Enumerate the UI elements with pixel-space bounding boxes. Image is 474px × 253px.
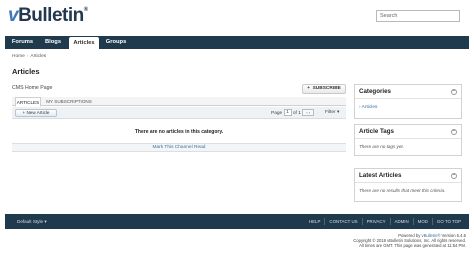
articles-toolbar: + New Article Page 1 of 1 ‹ › Filter ▾ xyxy=(12,107,346,119)
page-label: Page xyxy=(271,110,283,116)
chevron-down-icon: ▾ xyxy=(337,110,340,115)
widget-title: Article Tags − xyxy=(355,125,461,139)
logo-prefix: v xyxy=(8,5,19,26)
prev-next-arrows-icon[interactable]: ‹ › xyxy=(302,109,315,116)
breadcrumb-home[interactable]: Home xyxy=(12,54,25,59)
mark-channel-read-link[interactable]: Mark This Channel Read xyxy=(12,143,346,152)
widget-title: Categories − xyxy=(355,85,461,99)
footer-links: HELP CONTACT US PRIVACY ADMIN MOD GO TO TOP xyxy=(305,214,465,229)
subscribe-button[interactable]: + SUBSCRIBE xyxy=(302,84,346,94)
page-total: of 1 xyxy=(292,110,301,116)
category-link-articles[interactable]: Articles xyxy=(362,105,378,110)
new-article-button[interactable]: + New Article xyxy=(15,109,57,117)
nav-tab-groups[interactable]: Groups xyxy=(101,36,131,49)
timezone-text: All times are GMT. This page was generat… xyxy=(359,243,466,248)
article-tabs: ARTICLES MY SUBSCRIPTIONS xyxy=(12,97,346,107)
tab-articles[interactable]: ARTICLES xyxy=(15,97,41,107)
nav-tab-forums[interactable]: Forums xyxy=(9,36,36,49)
widget-title: Latest Articles − xyxy=(355,169,461,183)
logo-text: Bulletin xyxy=(18,5,84,26)
widget-body: › Articles xyxy=(355,99,461,115)
page-title: Articles xyxy=(12,67,40,76)
footer-link-mod[interactable]: MOD xyxy=(412,218,432,225)
latest-empty-message: There are no results that meet this crit… xyxy=(359,188,446,193)
collapse-icon[interactable]: − xyxy=(451,129,457,135)
main-navigation: Forums Blogs Articles Groups xyxy=(5,36,469,49)
filter-button[interactable]: Filter ▾ xyxy=(325,109,339,117)
tab-my-subscriptions[interactable]: MY SUBSCRIPTIONS xyxy=(44,97,94,106)
cms-home-link[interactable]: CMS Home Page xyxy=(12,85,52,91)
footer-credits: Powered by vBulletin® Version 5.4.5 Copy… xyxy=(353,233,466,248)
articles-module: CMS Home Page + SUBSCRIBE ARTICLES MY SU… xyxy=(12,84,346,174)
style-label: Default Style xyxy=(17,219,44,224)
style-selector[interactable]: Default Style ▾ xyxy=(17,214,47,229)
categories-title: Categories xyxy=(359,88,391,95)
footer-link-contact[interactable]: CONTACT US xyxy=(324,218,361,225)
breadcrumb-current: Articles xyxy=(30,54,47,59)
site-header: vBulletin® Search xyxy=(0,0,474,36)
footer-link-admin[interactable]: ADMIN xyxy=(389,218,413,225)
latest-articles-title: Latest Articles xyxy=(359,172,402,179)
logo-registered-mark: ® xyxy=(83,7,88,13)
chevron-down-icon: ▾ xyxy=(44,219,47,224)
article-tags-widget: Article Tags − There are no tags yet. xyxy=(354,124,462,156)
plus-icon: + xyxy=(22,110,26,115)
latest-articles-widget: Latest Articles − There are no results t… xyxy=(354,168,462,202)
filter-label: Filter xyxy=(325,110,336,115)
nav-tab-articles[interactable]: Articles xyxy=(69,37,99,49)
collapse-icon[interactable]: − xyxy=(451,173,457,179)
site-footer: Default Style ▾ HELP CONTACT US PRIVACY ADM… xyxy=(5,214,469,229)
empty-message: There are no articles in this category. xyxy=(134,129,224,135)
new-article-label: New Article xyxy=(26,110,50,115)
footer-link-privacy[interactable]: PRIVACY xyxy=(361,218,390,225)
footer-link-top[interactable]: GO TO TOP xyxy=(431,218,465,225)
page-number-input[interactable]: 1 xyxy=(283,109,292,116)
tags-empty-message: There are no tags yet. xyxy=(359,144,404,149)
categories-widget: Categories − › Articles xyxy=(354,84,462,119)
plus-icon: + xyxy=(307,86,310,91)
article-tags-title: Article Tags xyxy=(359,128,394,135)
pagination: Page 1 of 1 ‹ › xyxy=(271,109,315,118)
search-input[interactable]: Search xyxy=(376,10,460,22)
collapse-icon[interactable]: − xyxy=(451,89,457,95)
subscribe-label: SUBSCRIBE xyxy=(312,86,341,91)
vbulletin-logo[interactable]: vBulletin® xyxy=(8,5,88,27)
breadcrumb: Home › Articles xyxy=(12,54,46,59)
footer-link-help[interactable]: HELP xyxy=(305,218,324,225)
breadcrumb-separator-icon: › xyxy=(26,54,29,59)
nav-tab-blogs[interactable]: Blogs xyxy=(38,36,68,49)
